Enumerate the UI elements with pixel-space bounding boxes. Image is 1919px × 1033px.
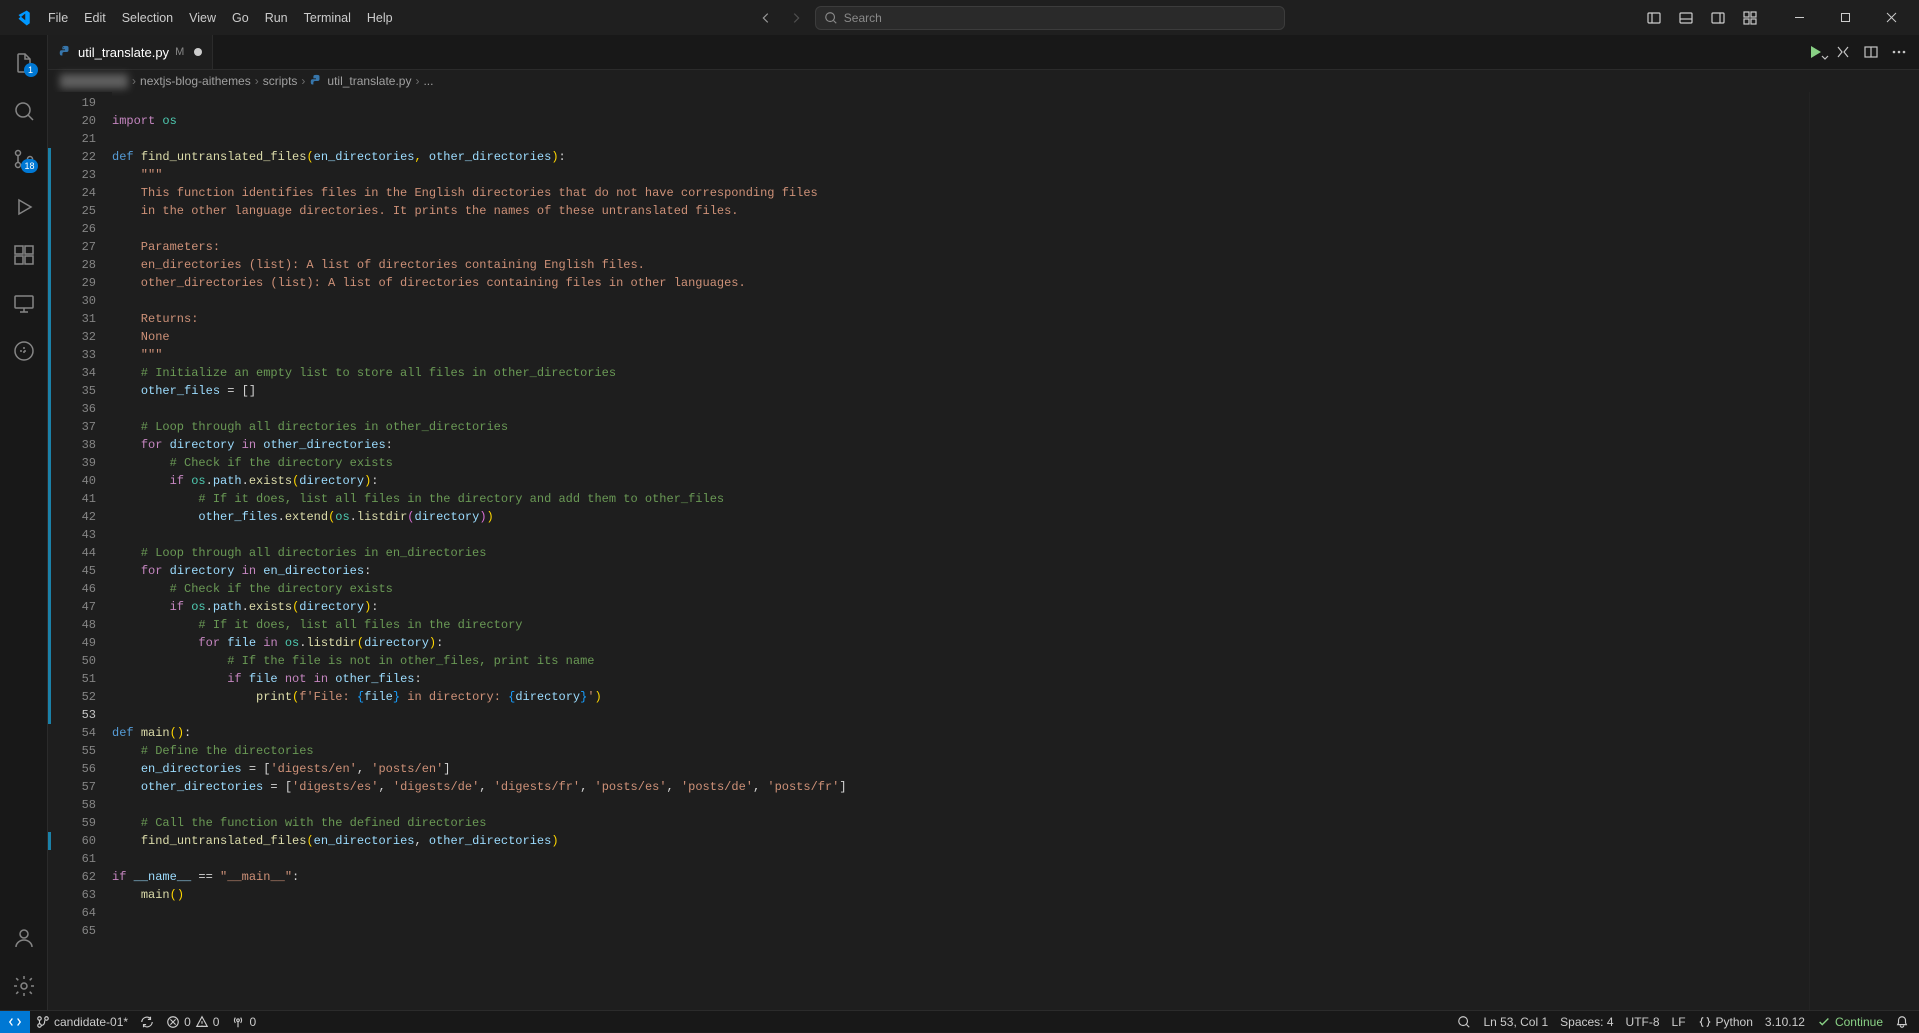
activity-settings[interactable]	[0, 962, 48, 1010]
menu-selection[interactable]: Selection	[114, 7, 181, 29]
search-placeholder: Search	[844, 11, 882, 25]
activity-source-control[interactable]: 18	[0, 135, 48, 183]
activity-explorer[interactable]: 1	[0, 39, 48, 87]
status-indent[interactable]: Spaces: 4	[1554, 1011, 1619, 1033]
menu-terminal[interactable]: Terminal	[296, 7, 359, 29]
breadcrumb-file[interactable]: util_translate.py	[309, 74, 411, 88]
menubar: FileEditSelectionViewGoRunTerminalHelp	[40, 7, 401, 29]
remote-icon	[8, 1015, 22, 1029]
remote-explorer-icon	[12, 291, 36, 315]
check-icon	[1817, 1015, 1831, 1029]
search-icon	[12, 99, 36, 123]
status-bar: candidate-01* 0 0 0 Ln 53, Col 1 Spaces:…	[0, 1010, 1919, 1032]
activity-search[interactable]	[0, 87, 48, 135]
breadcrumb[interactable]: ████████ › nextjs-blog-aithemes › script…	[48, 70, 1919, 92]
layout-panel-bottom-icon[interactable]	[1671, 3, 1701, 33]
chevron-right-icon: ›	[301, 74, 305, 88]
customize-layout-icon[interactable]	[1735, 3, 1765, 33]
status-problems[interactable]: 0 0	[160, 1011, 225, 1033]
tab-filename: util_translate.py	[78, 45, 169, 60]
vscode-logo-icon	[14, 9, 32, 27]
chevron-down-icon	[1821, 54, 1829, 62]
editor-tabs: util_translate.py M	[48, 35, 1919, 70]
tab-scm-badge: M	[175, 46, 184, 58]
menu-edit[interactable]: Edit	[76, 7, 114, 29]
debug-icon	[12, 195, 36, 219]
activity-run-debug[interactable]	[0, 183, 48, 231]
editor-area: util_translate.py M ████████ › nextjs-bl…	[48, 35, 1919, 1010]
python-file-icon	[309, 74, 323, 88]
breadcrumb-symbol[interactable]: ...	[423, 74, 433, 88]
python-file-icon	[58, 45, 72, 59]
titlebar: FileEditSelectionViewGoRunTerminalHelp S…	[0, 0, 1919, 35]
breadcrumb-root: ████████	[60, 74, 128, 88]
status-encoding[interactable]: UTF-8	[1620, 1011, 1666, 1033]
chevron-right-icon: ›	[132, 74, 136, 88]
breadcrumb-folder-1[interactable]: nextjs-blog-aithemes	[140, 74, 251, 88]
warning-icon	[195, 1015, 209, 1029]
tab-dirty-indicator	[194, 48, 202, 56]
search-icon	[824, 11, 838, 25]
breadcrumb-folder-2[interactable]: scripts	[263, 74, 298, 88]
continue-icon	[12, 339, 36, 363]
code-editor[interactable]: import osdef find_untranslated_files(en_…	[112, 92, 1809, 1010]
compare-changes-button[interactable]	[1831, 40, 1855, 64]
status-line-col[interactable]: Ln 53, Col 1	[1477, 1011, 1554, 1033]
line-number-gutter[interactable]: 1920212223242526272829303132333435363738…	[48, 92, 112, 1010]
window-close-button[interactable]	[1869, 0, 1913, 35]
status-continue[interactable]: Continue	[1811, 1011, 1889, 1033]
chevron-right-icon: ›	[255, 74, 259, 88]
activity-bar: 1 18	[0, 35, 48, 1010]
status-remote[interactable]	[0, 1011, 30, 1033]
status-eol[interactable]: LF	[1666, 1011, 1692, 1033]
sync-icon	[140, 1015, 154, 1029]
activity-extensions[interactable]	[0, 231, 48, 279]
extensions-icon	[12, 243, 36, 267]
activity-accounts[interactable]	[0, 914, 48, 962]
more-actions-button[interactable]	[1887, 40, 1911, 64]
search-icon	[1457, 1015, 1471, 1029]
layout-sidebar-left-icon[interactable]	[1639, 3, 1669, 33]
split-editor-button[interactable]	[1859, 40, 1883, 64]
menu-view[interactable]: View	[181, 7, 224, 29]
activity-remote-explorer[interactable]	[0, 279, 48, 327]
status-ports[interactable]: 0	[225, 1011, 262, 1033]
status-sync[interactable]	[134, 1011, 160, 1033]
menu-file[interactable]: File	[40, 7, 76, 29]
diff-icon	[1835, 44, 1851, 60]
minimap[interactable]: import osdef find_untranslated_files(en_…	[1809, 92, 1919, 1010]
command-center-search[interactable]: Search	[815, 6, 1285, 30]
window-maximize-button[interactable]	[1823, 0, 1867, 35]
status-python-version[interactable]: 3.10.12	[1759, 1011, 1811, 1033]
bell-icon	[1895, 1015, 1909, 1029]
status-branch[interactable]: candidate-01*	[30, 1011, 134, 1033]
split-icon	[1863, 44, 1879, 60]
tab-util-translate[interactable]: util_translate.py M	[48, 35, 213, 69]
scm-badge: 18	[21, 159, 37, 173]
error-icon	[166, 1015, 180, 1029]
radio-tower-icon	[231, 1015, 245, 1029]
run-file-button[interactable]	[1803, 40, 1827, 64]
nav-back-button[interactable]	[755, 7, 777, 29]
menu-help[interactable]: Help	[359, 7, 401, 29]
activity-continue[interactable]	[0, 327, 48, 375]
nav-forward-button[interactable]	[785, 7, 807, 29]
window-minimize-button[interactable]	[1777, 0, 1821, 35]
gear-icon	[12, 974, 36, 998]
explorer-badge: 1	[24, 63, 38, 77]
ellipsis-icon	[1891, 44, 1907, 60]
account-icon	[12, 926, 36, 950]
menu-go[interactable]: Go	[224, 7, 257, 29]
git-branch-icon	[36, 1015, 50, 1029]
layout-sidebar-right-icon[interactable]	[1703, 3, 1733, 33]
bracket-icon	[1698, 1015, 1712, 1029]
status-codelens[interactable]	[1451, 1011, 1477, 1033]
status-notifications[interactable]	[1889, 1011, 1915, 1033]
menu-run[interactable]: Run	[257, 7, 296, 29]
chevron-right-icon: ›	[415, 74, 419, 88]
status-language[interactable]: Python	[1692, 1011, 1759, 1033]
